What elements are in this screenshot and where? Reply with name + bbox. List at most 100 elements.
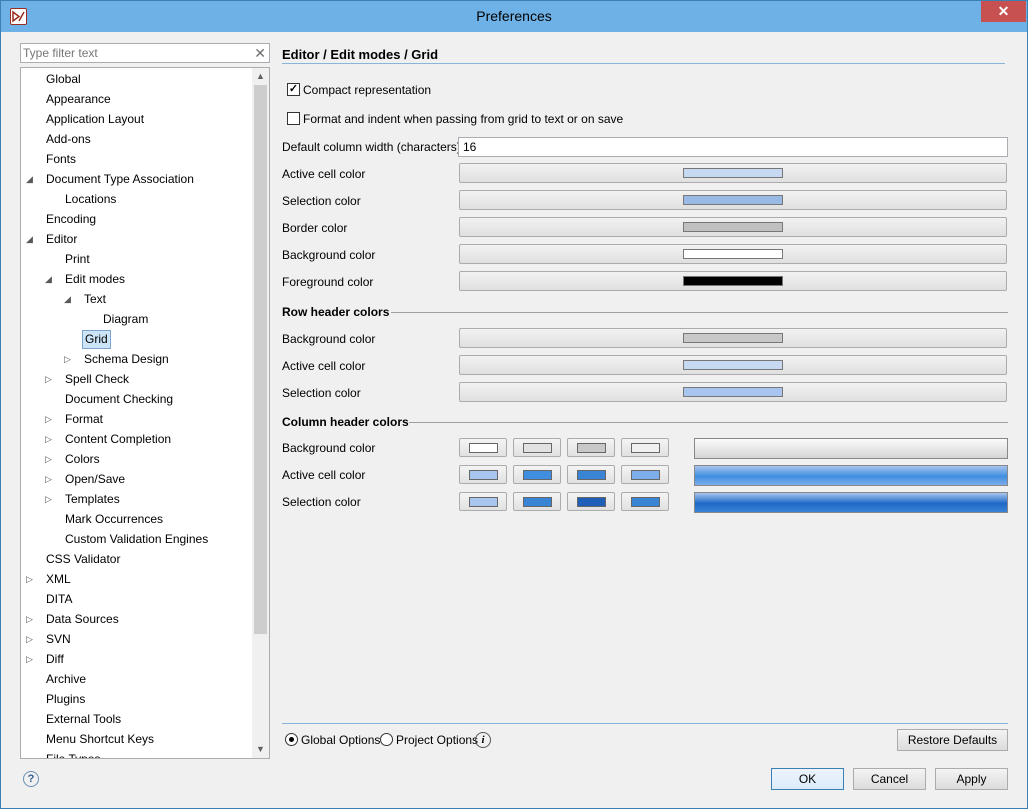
filter-input[interactable]: [23, 45, 251, 61]
page-title: Editor / Edit modes / Grid: [282, 47, 439, 62]
column-header-color-button[interactable]: [459, 465, 507, 484]
tree-item-archive[interactable]: Archive: [21, 669, 251, 689]
column-header-color-button[interactable]: [621, 492, 669, 511]
filter-box[interactable]: ✕: [20, 43, 270, 63]
row-header-active-cell-color-button[interactable]: [459, 355, 1007, 375]
checkbox-icon[interactable]: ✓: [287, 83, 300, 96]
close-button[interactable]: ✕: [981, 1, 1026, 22]
tree-item-label: Diff: [46, 652, 64, 666]
tree-item-templates[interactable]: ▷ Templates: [21, 489, 251, 509]
tree-item-schema-design[interactable]: ▷ Schema Design: [21, 349, 251, 369]
tree-item-menu-shortcut-keys[interactable]: Menu Shortcut Keys: [21, 729, 251, 749]
expanded-arrow-icon[interactable]: ◢: [45, 269, 55, 289]
tree-item-content-completion[interactable]: ▷ Content Completion: [21, 429, 251, 449]
column-width-input[interactable]: 16: [458, 137, 1008, 157]
tree-item-svn[interactable]: ▷ SVN: [21, 629, 251, 649]
tree-item-open-save[interactable]: ▷ Open/Save: [21, 469, 251, 489]
column-header-color-button[interactable]: [513, 492, 561, 511]
collapsed-arrow-icon[interactable]: ▷: [45, 469, 55, 489]
cell-background-color-button[interactable]: [459, 244, 1007, 264]
info-icon[interactable]: i: [475, 732, 491, 748]
tree-item-edit-modes[interactable]: ◢ Edit modes: [21, 269, 251, 289]
tree-item-label: Edit modes: [65, 272, 126, 286]
cell-border-color-button[interactable]: [459, 217, 1007, 237]
collapsed-arrow-icon[interactable]: ▷: [26, 649, 36, 669]
tree-item-custom-validation-engines[interactable]: Custom Validation Engines: [21, 529, 251, 549]
tree-item-label: Menu Shortcut Keys: [46, 732, 155, 746]
column-header-preview: [694, 465, 1008, 486]
ok-button[interactable]: OK: [771, 768, 844, 790]
tree-item-mark-occurrences[interactable]: Mark Occurrences: [21, 509, 251, 529]
tree-item-appearance[interactable]: Appearance: [21, 89, 251, 109]
tree-item-dita[interactable]: DITA: [21, 589, 251, 609]
cell-active-cell-color-button[interactable]: [459, 163, 1007, 183]
tree-item-fonts[interactable]: Fonts: [21, 149, 251, 169]
column-header-color-button[interactable]: [621, 465, 669, 484]
tree-item-file-types[interactable]: File Types: [21, 749, 251, 758]
column-header-color-button[interactable]: [459, 438, 507, 457]
tree-item-plugins[interactable]: Plugins: [21, 689, 251, 709]
column-header-color-button[interactable]: [621, 438, 669, 457]
apply-button[interactable]: Apply: [935, 768, 1008, 790]
radio-unselected-icon[interactable]: [380, 733, 393, 746]
collapsed-arrow-icon[interactable]: ▷: [26, 609, 36, 629]
scroll-up-icon[interactable]: ▲: [252, 68, 269, 85]
column-header-color-button[interactable]: [513, 438, 561, 457]
collapsed-arrow-icon[interactable]: ▷: [45, 369, 55, 389]
tree-item-grid[interactable]: Grid: [21, 329, 251, 349]
color-swatch: [523, 497, 552, 507]
collapsed-arrow-icon[interactable]: ▷: [45, 429, 55, 449]
cell-foreground-color-button[interactable]: [459, 271, 1007, 291]
column-header-color-button[interactable]: [513, 465, 561, 484]
collapsed-arrow-icon[interactable]: ▷: [45, 449, 55, 469]
tree-item-xml[interactable]: ▷ XML: [21, 569, 251, 589]
tree-item-global[interactable]: Global: [21, 69, 251, 89]
column-header-preview: [694, 492, 1008, 513]
window-title: Preferences: [476, 8, 552, 24]
tree-item-print[interactable]: Print: [21, 249, 251, 269]
row-header-background-color-button[interactable]: [459, 328, 1007, 348]
scroll-down-icon[interactable]: ▼: [252, 741, 269, 758]
tree-item-format[interactable]: ▷ Format: [21, 409, 251, 429]
checkbox-icon[interactable]: [287, 112, 300, 125]
expanded-arrow-icon[interactable]: ◢: [26, 229, 36, 249]
collapsed-arrow-icon[interactable]: ▷: [45, 489, 55, 509]
tree-item-document-type-association[interactable]: ◢ Document Type Association: [21, 169, 251, 189]
collapsed-arrow-icon[interactable]: ▷: [26, 569, 36, 589]
color-swatch: [577, 497, 606, 507]
tree-item-application-layout[interactable]: Application Layout: [21, 109, 251, 129]
tree-item-spell-check[interactable]: ▷ Spell Check: [21, 369, 251, 389]
tree-item-document-checking[interactable]: Document Checking: [21, 389, 251, 409]
column-header-color-button[interactable]: [567, 492, 615, 511]
tree-item-diff[interactable]: ▷ Diff: [21, 649, 251, 669]
tree-item-encoding[interactable]: Encoding: [21, 209, 251, 229]
collapsed-arrow-icon[interactable]: ▷: [45, 409, 55, 429]
row-header-selection-color-button[interactable]: [459, 382, 1007, 402]
tree-item-external-tools[interactable]: External Tools: [21, 709, 251, 729]
preferences-tree[interactable]: Global Appearance Application Layout Add-on…: [20, 67, 270, 759]
tree-item-add-ons[interactable]: Add-ons: [21, 129, 251, 149]
tree-item-editor[interactable]: ◢ Editor: [21, 229, 251, 249]
expanded-arrow-icon[interactable]: ◢: [64, 289, 74, 309]
scroll-thumb[interactable]: [254, 85, 267, 634]
tree-scrollbar[interactable]: ▲ ▼: [252, 68, 269, 758]
expanded-arrow-icon[interactable]: ◢: [26, 169, 36, 189]
column-header-color-button[interactable]: [459, 492, 507, 511]
cell-selection-color-button[interactable]: [459, 190, 1007, 210]
tree-item-text[interactable]: ◢ Text: [21, 289, 251, 309]
column-header-color-button[interactable]: [567, 465, 615, 484]
help-icon[interactable]: ?: [23, 771, 39, 787]
clear-filter-icon[interactable]: ✕: [254, 45, 266, 61]
collapsed-arrow-icon[interactable]: ▷: [64, 349, 74, 369]
tree-item-diagram[interactable]: Diagram: [21, 309, 251, 329]
tree-item-data-sources[interactable]: ▷ Data Sources: [21, 609, 251, 629]
tree-item-locations[interactable]: Locations: [21, 189, 251, 209]
cancel-button[interactable]: Cancel: [853, 768, 926, 790]
tree-item-colors[interactable]: ▷ Colors: [21, 449, 251, 469]
restore-defaults-button[interactable]: Restore Defaults: [897, 729, 1008, 751]
column-header-color-button[interactable]: [567, 438, 615, 457]
tree-item-css-validator[interactable]: CSS Validator: [21, 549, 251, 569]
collapsed-arrow-icon[interactable]: ▷: [26, 629, 36, 649]
color-swatch: [631, 470, 660, 480]
radio-selected-icon[interactable]: [285, 733, 298, 746]
